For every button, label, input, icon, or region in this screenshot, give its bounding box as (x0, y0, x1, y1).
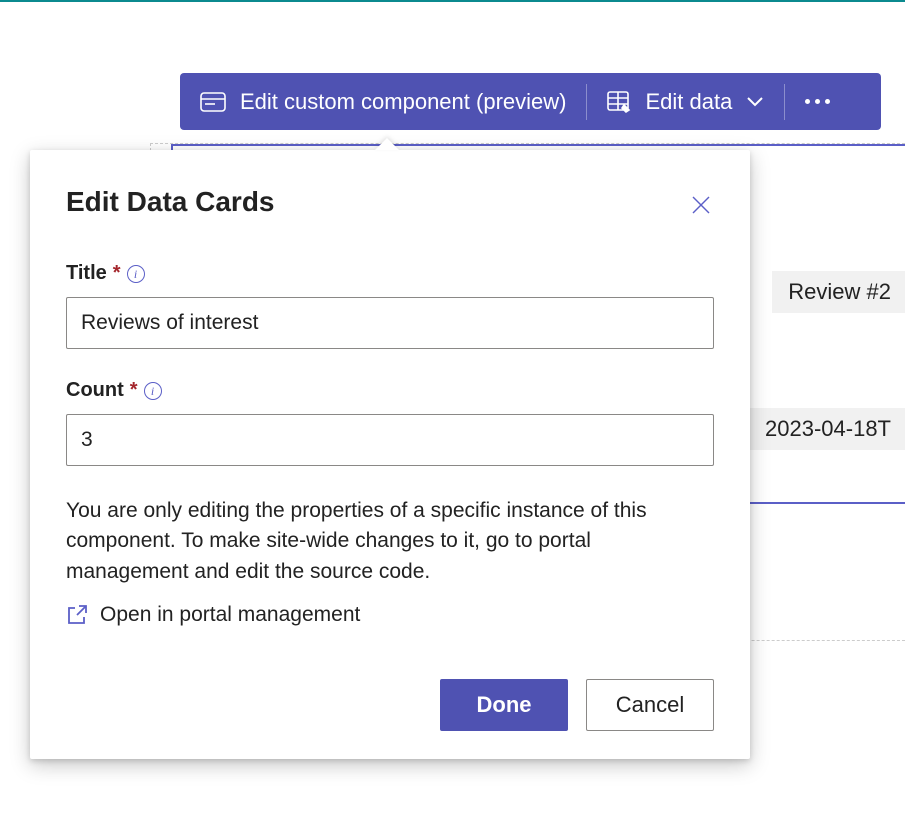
dialog-title: Edit Data Cards (66, 186, 275, 218)
bg-row-review: Review #2 (772, 271, 905, 313)
top-border (0, 0, 905, 2)
count-input[interactable] (66, 414, 714, 466)
info-icon[interactable]: i (127, 265, 145, 283)
info-icon[interactable]: i (144, 382, 162, 400)
instance-note: You are only editing the properties of a… (66, 496, 714, 587)
count-label-row: Count * i (66, 379, 714, 402)
title-label-row: Title * i (66, 262, 714, 285)
open-portal-management-link[interactable]: Open in portal management (66, 603, 714, 627)
table-edit-icon (607, 91, 631, 113)
close-icon (690, 194, 712, 216)
edit-data-button[interactable]: Edit data (587, 73, 784, 130)
count-label: Count (66, 379, 124, 402)
required-indicator: * (130, 379, 138, 402)
title-label: Title (66, 262, 107, 285)
edit-data-label: Edit data (645, 89, 732, 115)
dialog-footer: Done Cancel (66, 679, 714, 731)
title-input[interactable] (66, 297, 714, 349)
edit-data-cards-dialog: Edit Data Cards Title * i Count * i You … (30, 150, 750, 759)
portal-link-label: Open in portal management (100, 603, 360, 627)
component-toolbar: Edit custom component (preview) Edit dat… (180, 73, 881, 130)
edit-component-label: Edit custom component (preview) (240, 89, 566, 115)
bg-row-date: 2023-04-18T (749, 408, 905, 450)
required-indicator: * (113, 262, 121, 285)
external-link-icon (66, 604, 88, 626)
dialog-header: Edit Data Cards (66, 186, 714, 220)
close-button[interactable] (686, 190, 716, 220)
chevron-down-icon (746, 96, 764, 107)
component-icon (200, 92, 226, 112)
more-button[interactable] (785, 99, 850, 104)
count-field-group: Count * i (66, 379, 714, 466)
title-field-group: Title * i (66, 262, 714, 349)
cancel-button[interactable]: Cancel (586, 679, 714, 731)
done-button[interactable]: Done (440, 679, 568, 731)
edit-component-button[interactable]: Edit custom component (preview) (180, 73, 586, 130)
